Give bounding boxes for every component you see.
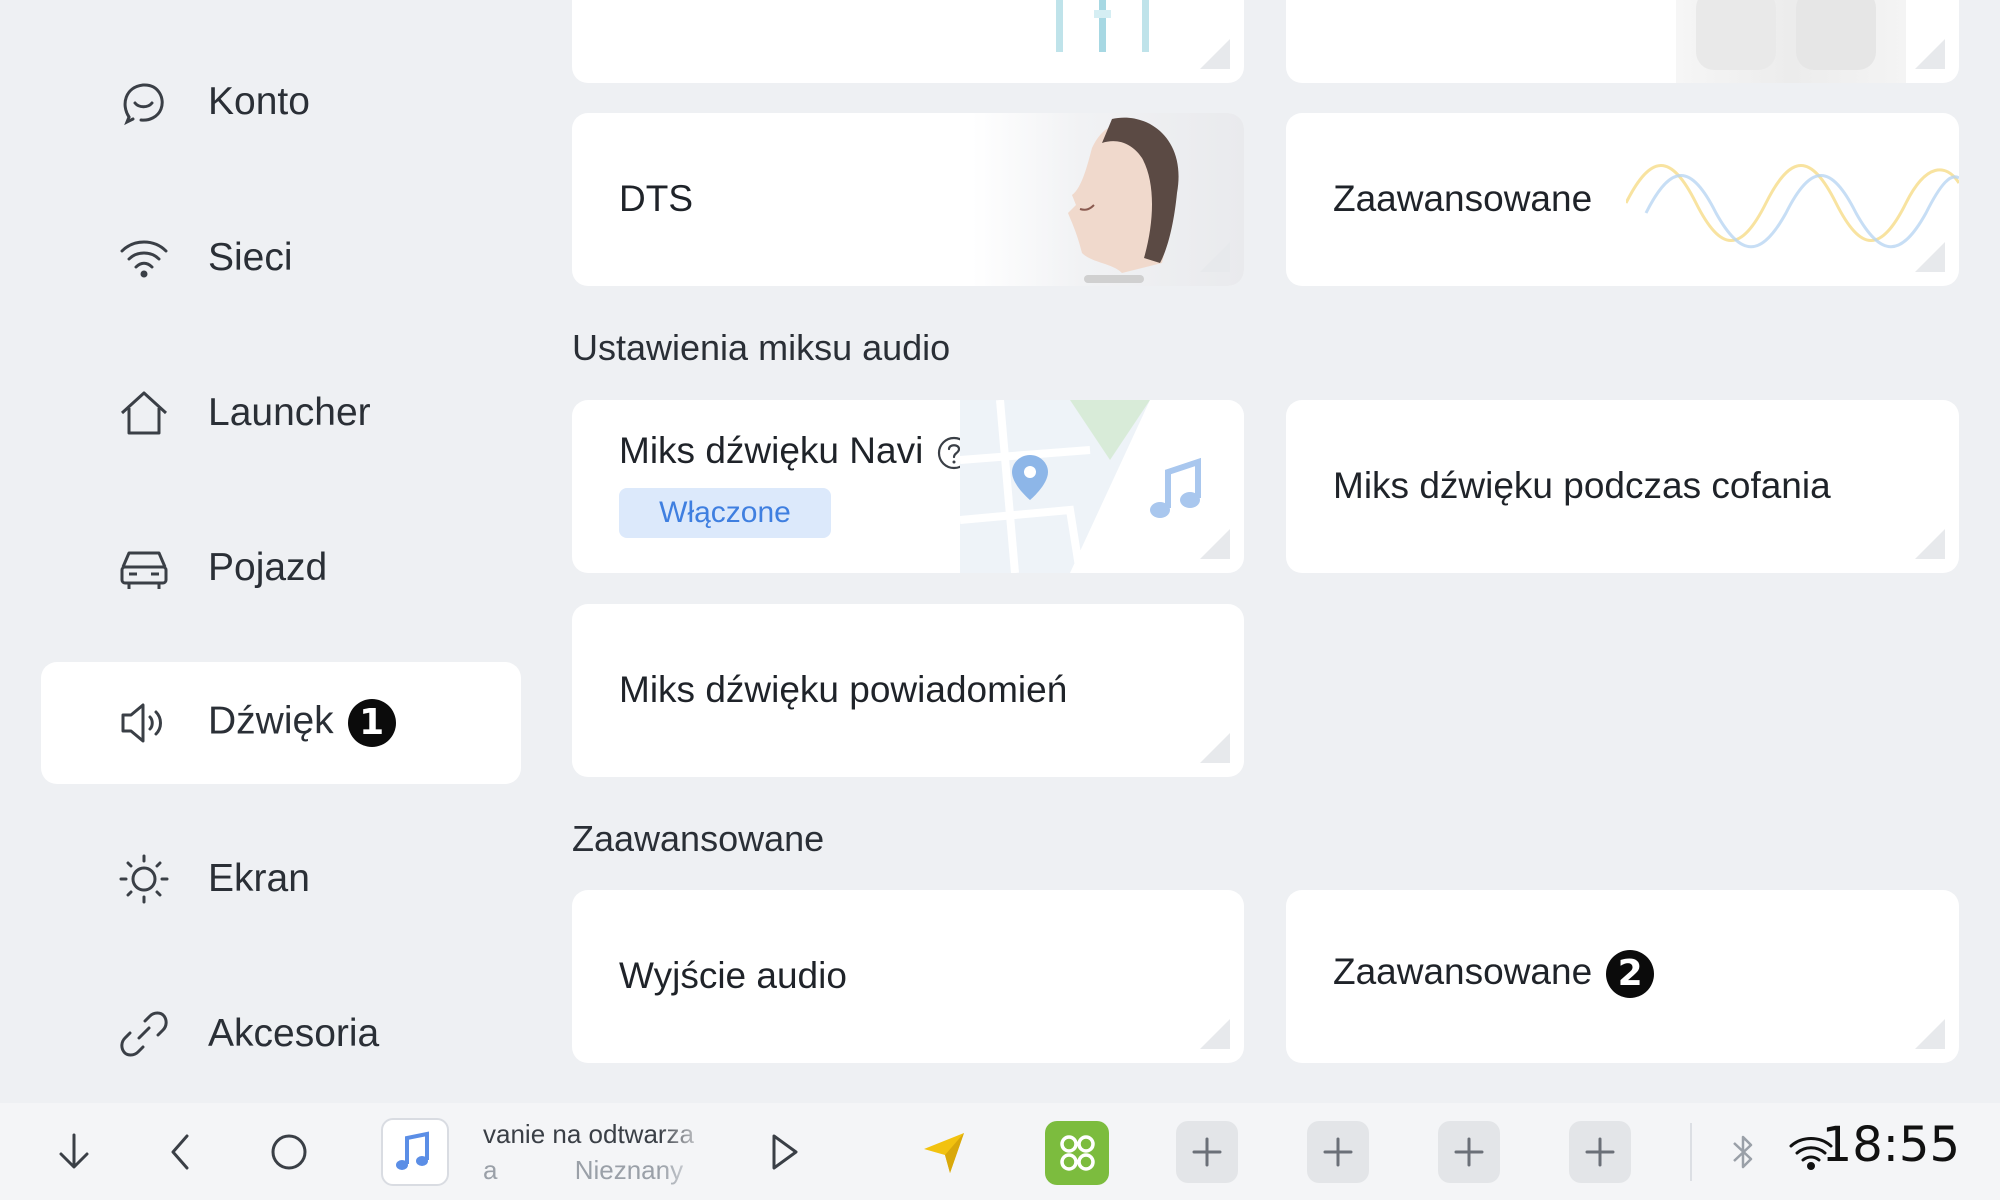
expand-corner-icon bbox=[1200, 1019, 1230, 1049]
wifi-icon bbox=[117, 231, 171, 285]
expand-corner-icon bbox=[1915, 39, 1945, 69]
expand-corner-icon bbox=[1200, 242, 1230, 272]
sidebar-item-akcesoria[interactable]: Akcesoria bbox=[41, 973, 521, 1095]
add-shortcut-button[interactable] bbox=[1176, 1121, 1238, 1183]
sidebar-item-ekran[interactable]: Ekran bbox=[41, 818, 521, 940]
speaker-icon bbox=[117, 696, 171, 750]
add-shortcut-button[interactable] bbox=[1307, 1121, 1369, 1183]
sidebar-item-dzwiek[interactable]: Dźwięk 1 bbox=[41, 662, 521, 784]
notification-mix-card[interactable]: Miks dźwięku powiadomień bbox=[572, 604, 1244, 777]
expand-corner-icon bbox=[1915, 529, 1945, 559]
taskbar-divider bbox=[1690, 1123, 1692, 1181]
advanced-card[interactable]: Zaawansowane 2 bbox=[1286, 890, 1959, 1063]
sidebar-item-launcher[interactable]: Launcher bbox=[41, 352, 521, 474]
link-icon bbox=[117, 1007, 171, 1061]
collapse-down-button[interactable] bbox=[43, 1121, 105, 1183]
apps-grid-icon[interactable] bbox=[1045, 1121, 1109, 1185]
home-button[interactable] bbox=[258, 1121, 320, 1183]
media-subtitle-left: a bbox=[483, 1155, 498, 1185]
status-badge: Włączone bbox=[619, 488, 831, 538]
reverse-mix-card[interactable]: Miks dźwięku podczas cofania bbox=[1286, 400, 1959, 573]
annotation-badge: 2 bbox=[1606, 950, 1655, 998]
expand-corner-icon bbox=[1915, 242, 1945, 272]
notification-mix-title: Miks dźwięku powiadomień bbox=[619, 669, 1068, 710]
equalizer-illustration bbox=[1052, 0, 1212, 80]
dts-title: DTS bbox=[619, 178, 693, 219]
bluetooth-icon[interactable] bbox=[1718, 1127, 1768, 1177]
taskbar: vanie na odtwarza a Nieznany 18:55 bbox=[0, 1103, 2000, 1200]
sidebar-item-label: Ekran bbox=[208, 857, 310, 900]
play-button[interactable] bbox=[752, 1121, 814, 1183]
advanced-title: Zaawansowane bbox=[1333, 950, 1593, 992]
brightness-icon bbox=[117, 852, 171, 906]
dts-card[interactable]: DTS bbox=[572, 113, 1244, 286]
section-title-audio-mix: Ustawienia miksu audio bbox=[572, 327, 951, 368]
advanced-sound-card[interactable]: Zaawansowane bbox=[1286, 113, 1959, 286]
sidebar-item-sieci[interactable]: Sieci bbox=[41, 197, 521, 319]
sidebar-item-pojazd[interactable]: Pojazd bbox=[41, 507, 521, 629]
navigation-arrow-icon[interactable] bbox=[914, 1121, 976, 1183]
reverse-mix-title: Miks dźwięku podczas cofania bbox=[1333, 465, 1831, 506]
navi-mix-card[interactable]: Miks dźwięku Navi Włączone bbox=[572, 400, 1244, 573]
sidebar: Konto Sieci Launcher Pojazd Dźwięk 1 Ekr… bbox=[0, 0, 540, 1100]
account-icon bbox=[117, 75, 171, 129]
seats-illustration bbox=[1676, 0, 1906, 83]
expand-corner-icon bbox=[1200, 39, 1230, 69]
equalizer-card[interactable] bbox=[572, 0, 1244, 83]
sidebar-item-label: Dźwięk bbox=[208, 699, 334, 743]
expand-corner-icon bbox=[1200, 529, 1230, 559]
advanced-sound-title: Zaawansowane bbox=[1333, 178, 1593, 219]
audio-output-title: Wyjście audio bbox=[619, 955, 847, 996]
audio-output-card[interactable]: Wyjście audio bbox=[572, 890, 1244, 1063]
music-note-icon[interactable] bbox=[381, 1118, 449, 1186]
sidebar-item-label: Launcher bbox=[208, 391, 371, 434]
expand-corner-icon bbox=[1200, 733, 1230, 763]
clock: 18:55 bbox=[1821, 1117, 1960, 1173]
sidebar-item-label: Pojazd bbox=[208, 546, 328, 589]
back-button[interactable] bbox=[150, 1121, 212, 1183]
add-shortcut-button[interactable] bbox=[1569, 1121, 1631, 1183]
section-title-advanced: Zaawansowane bbox=[572, 818, 825, 859]
navi-mix-title: Miks dźwięku Navi bbox=[619, 430, 924, 471]
sidebar-item-konto[interactable]: Konto bbox=[41, 41, 521, 163]
expand-corner-icon bbox=[1915, 1019, 1945, 1049]
car-icon bbox=[117, 541, 171, 595]
home-icon bbox=[117, 386, 171, 440]
sidebar-item-label: Akcesoria bbox=[208, 1012, 380, 1055]
sidebar-item-label: Konto bbox=[208, 80, 310, 123]
waveform-illustration bbox=[1624, 153, 1959, 253]
annotation-badge: 1 bbox=[347, 699, 396, 747]
sidebar-item-label: Sieci bbox=[208, 236, 293, 279]
add-shortcut-button[interactable] bbox=[1438, 1121, 1500, 1183]
scene-card[interactable] bbox=[1286, 0, 1959, 83]
